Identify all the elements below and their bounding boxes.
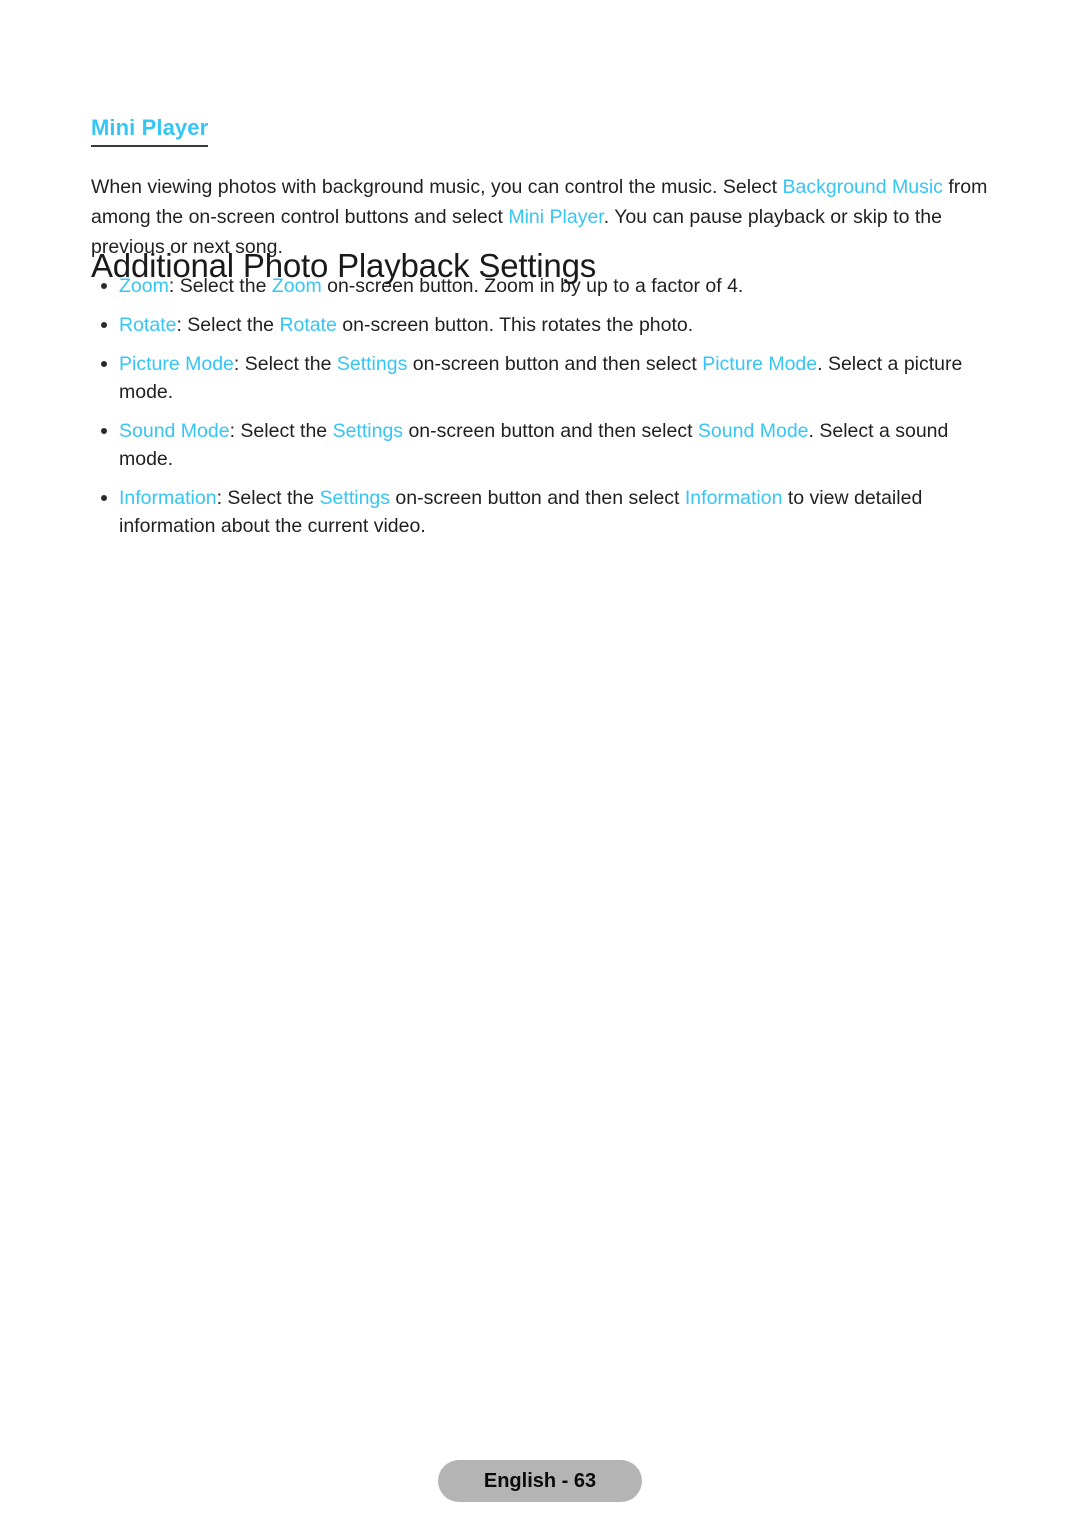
page-number-label: English - 63 — [483, 1470, 597, 1492]
list-item-text-b: on-screen button. Zoom in by up to a fac… — [321, 275, 744, 297]
list-item: Rotate: Select the Rotate on-screen butt… — [91, 311, 993, 339]
list-item-term: Information — [119, 487, 217, 509]
list-item-term-c: Picture Mode — [702, 353, 818, 375]
list-item: Information: Select the Settings on-scre… — [91, 484, 993, 540]
list-item-text-b: on-screen button and then select — [403, 420, 698, 442]
list-item: Sound Mode: Select the Settings on-scree… — [91, 417, 993, 473]
list-item: Picture Mode: Select the Settings on-scr… — [91, 350, 993, 406]
list-item-text-a: : Select the — [233, 353, 337, 375]
list-item-text-b: on-screen button and then select — [390, 487, 685, 509]
bullet-dot-icon — [101, 361, 107, 367]
list-item-term-b: Settings — [319, 487, 391, 509]
list-item-text-a: : Select the — [168, 275, 272, 297]
intro-text-part1: When viewing photos with background musi… — [91, 175, 783, 198]
subsection-heading-mini-player: Mini Player — [91, 115, 209, 147]
list-item-term-b: Rotate — [279, 314, 337, 336]
bullet-dot-icon — [101, 428, 107, 434]
page-number-badge: English - 63 — [437, 1460, 643, 1502]
subsection-heading-label: Mini Player — [91, 115, 209, 140]
list-item-text-a: : Select the — [229, 420, 333, 442]
list-item-text-b: on-screen button and then select — [407, 353, 703, 375]
list-item-text-b: on-screen button. This rotates the photo… — [336, 314, 694, 336]
list-item: Zoom: Select the Zoom on-screen button. … — [91, 272, 993, 300]
list-item-text-a: : Select the — [216, 487, 320, 509]
list-item-term-b: Settings — [336, 353, 408, 375]
list-item-term: Zoom — [119, 275, 169, 297]
list-item-term: Picture Mode — [119, 353, 234, 375]
page-footer: English - 63 — [0, 1460, 1080, 1502]
list-item-term-c: Sound Mode — [697, 420, 809, 442]
list-item-term-c: Information — [684, 487, 783, 509]
list-item-term: Rotate — [119, 314, 177, 336]
list-item-term: Sound Mode — [119, 420, 230, 442]
settings-list: Zoom: Select the Zoom on-screen button. … — [91, 272, 993, 551]
list-item-term-b: Zoom — [271, 275, 322, 297]
document-page: Mini Player When viewing photos with bac… — [0, 0, 1080, 1534]
bullet-dot-icon — [101, 283, 107, 289]
term-mini-player: Mini Player — [508, 205, 604, 228]
list-item-term-b: Settings — [332, 420, 404, 442]
term-background-music: Background Music — [782, 175, 943, 198]
list-item-text-a: : Select the — [176, 314, 280, 336]
bullet-dot-icon — [101, 322, 107, 328]
bullet-dot-icon — [101, 495, 107, 501]
